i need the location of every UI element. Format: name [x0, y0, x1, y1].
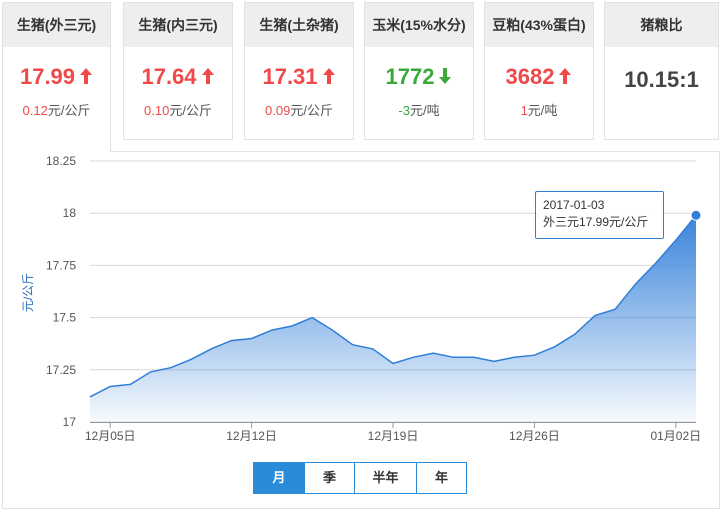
card-change-amount: 0.12	[22, 103, 48, 118]
x-tick-label: 12月05日	[85, 429, 136, 443]
card-value-number: 17.64	[141, 64, 197, 89]
range-tab-quarter[interactable]: 季	[304, 463, 354, 493]
range-tab-half-year[interactable]: 半年	[354, 463, 416, 493]
tooltip-text: 外三元17.99元/公斤	[543, 215, 649, 229]
price-cards: 生猪(外三元) 17.99 0.12元/公斤 生猪(内三元) 17.64 0.10元/公斤…	[0, 0, 724, 152]
card-value: 3682	[485, 64, 593, 90]
y-tick-label: 17.5	[53, 311, 77, 325]
arrow-up-icon	[554, 64, 572, 89]
card-change-unit: 元/吨	[527, 103, 558, 118]
chart-tooltip: 2017-01-03 外三元17.99元/公斤	[535, 191, 664, 239]
y-tick-label: 17	[63, 415, 77, 429]
y-tick-label: 17.75	[46, 258, 76, 272]
card-change-unit: 元/公斤	[47, 103, 91, 118]
arrow-up-icon	[75, 64, 93, 89]
range-tab-month[interactable]: 月	[254, 463, 304, 493]
tooltip-date: 2017-01-03	[543, 198, 605, 212]
card-title: 豆粕(43%蛋白)	[485, 3, 593, 47]
card-change-amount: 0.10	[144, 103, 170, 118]
series-area	[90, 215, 696, 422]
card-value-number: 10.15:1	[624, 67, 699, 92]
card-change: -3元/吨	[365, 100, 473, 119]
card-value-number: 17.99	[19, 64, 76, 89]
range-tabs: 月季半年年	[253, 462, 467, 494]
card-title: 生猪(外三元)	[3, 3, 110, 47]
card-title: 生猪(土杂猪)	[245, 3, 353, 47]
price-card[interactable]: 玉米(15%水分) 1772 -3元/吨	[364, 2, 474, 140]
price-card[interactable]: 生猪(土杂猪) 17.31 0.09元/公斤	[244, 2, 354, 140]
card-change-amount: -3	[398, 103, 410, 118]
card-change-unit: 元/吨	[409, 103, 440, 118]
card-change: 0.10元/公斤	[124, 100, 232, 119]
price-card[interactable]: 猪粮比 10.15:1	[604, 2, 719, 140]
y-tick-label: 18.25	[46, 154, 76, 168]
card-change: 0.12元/公斤	[3, 100, 110, 119]
card-value: 17.64	[124, 64, 232, 90]
arrow-down-icon	[434, 64, 452, 89]
card-title: 生猪(内三元)	[124, 3, 232, 47]
y-tick-label: 17.25	[46, 363, 76, 377]
card-title: 玉米(15%水分)	[365, 3, 473, 47]
card-change: 1元/吨	[485, 100, 593, 119]
card-value: 10.15:1	[605, 67, 718, 93]
card-value: 17.31	[245, 64, 353, 90]
y-tick-label: 18	[63, 206, 77, 220]
x-tick-label: 01月02日	[650, 429, 701, 443]
arrow-up-icon	[318, 64, 336, 89]
card-change: 0.09元/公斤	[245, 100, 353, 119]
card-change-unit: 元/公斤	[290, 103, 333, 118]
card-value-number: 17.31	[262, 64, 318, 89]
card-change-unit: 元/公斤	[169, 103, 212, 118]
price-card[interactable]: 豆粕(43%蛋白) 3682 1元/吨	[484, 2, 594, 140]
arrow-up-icon	[197, 64, 215, 89]
x-tick-label: 12月19日	[368, 429, 419, 443]
card-value-number: 3682	[505, 64, 555, 89]
card-change-amount: 0.09	[265, 103, 291, 118]
range-tab-year[interactable]: 年	[416, 463, 466, 493]
x-tick-label: 12月12日	[226, 429, 277, 443]
card-title: 猪粮比	[605, 3, 718, 47]
card-value: 1772	[365, 64, 473, 90]
y-axis-label: 元/公斤	[21, 273, 35, 312]
card-change-amount: 1	[520, 103, 528, 118]
card-value: 17.99	[3, 64, 110, 90]
price-card[interactable]: 生猪(内三元) 17.64 0.10元/公斤	[123, 2, 233, 140]
highlighted-point	[690, 209, 702, 221]
card-value-number: 1772	[385, 64, 435, 89]
x-tick-label: 12月26日	[509, 429, 560, 443]
price-card[interactable]: 生猪(外三元) 17.99 0.12元/公斤	[2, 2, 111, 152]
